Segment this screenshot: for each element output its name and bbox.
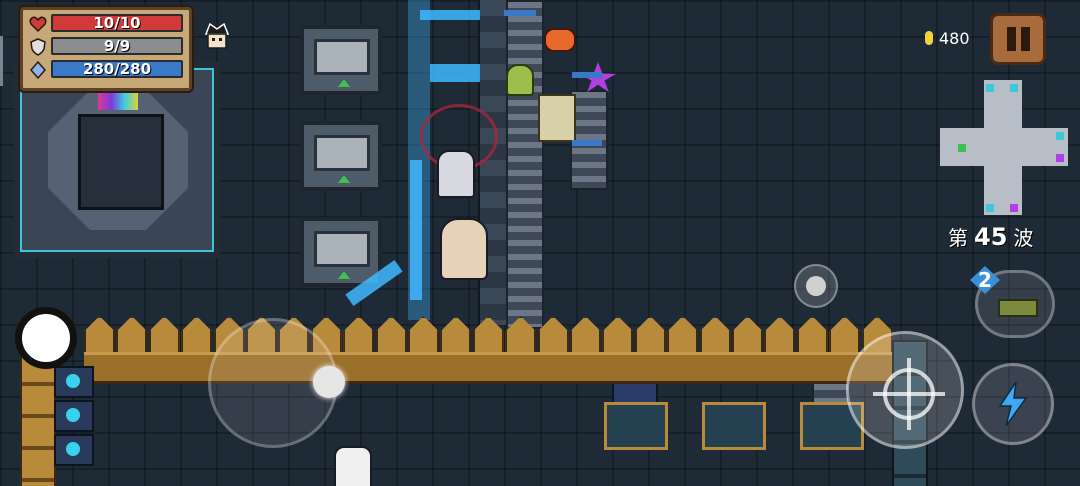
- fence-rail: [84, 352, 892, 384]
- pedestal: [702, 402, 766, 450]
- laser-turret: [54, 434, 94, 466]
- altar-statue[interactable]: [14, 62, 220, 258]
- wave-prefix: 第: [948, 226, 968, 250]
- lightning-bolt: [410, 160, 422, 300]
- door-panel: [314, 231, 370, 267]
- lightning-bolt: [420, 10, 480, 20]
- character-skill-button[interactable]: [15, 307, 77, 369]
- wave-suffix: 波: [1013, 226, 1034, 250]
- wave-number: 45: [974, 223, 1008, 251]
- attack-button[interactable]: [846, 331, 964, 449]
- player-stats-panel: 10/10 9/9 280/280: [20, 7, 192, 91]
- weapon-icon: [998, 299, 1038, 317]
- armor-row: 9/9: [29, 37, 183, 56]
- door-panel: [314, 39, 370, 75]
- gold-amount: 480: [939, 28, 970, 48]
- seed-item[interactable]: [506, 64, 534, 96]
- minimap-marker: [1010, 204, 1018, 212]
- pause-icon: [1007, 27, 1016, 51]
- turret-eye: [66, 442, 80, 456]
- up-arrow-icon: [338, 271, 350, 279]
- vending-door-1[interactable]: [300, 25, 382, 95]
- enemy-shield-bar: [572, 140, 602, 146]
- lightning-icon: [998, 382, 1028, 426]
- altar-core: [78, 114, 164, 210]
- up-arrow-icon: [338, 79, 350, 87]
- crosshair-icon: [873, 358, 945, 430]
- minimap-marker: [1010, 84, 1018, 92]
- turret-eye: [66, 408, 80, 422]
- lightning-bolt: [430, 64, 480, 82]
- emote-button[interactable]: [794, 264, 838, 308]
- turret-eye: [66, 374, 80, 388]
- player-character[interactable]: [440, 218, 488, 280]
- buff-hat-icon[interactable]: [202, 20, 232, 52]
- minimap[interactable]: [940, 80, 1068, 215]
- energy-bar: 280/280: [51, 60, 183, 78]
- minimap-marker: [986, 204, 994, 212]
- pause-button[interactable]: [990, 13, 1046, 65]
- enemy-shield-bar: [504, 10, 536, 16]
- joystick-knob[interactable]: [313, 366, 345, 398]
- heart-icon: [29, 16, 47, 33]
- laser-turret: [54, 400, 94, 432]
- plant-card-item[interactable]: [538, 94, 576, 142]
- hp-bar: 10/10: [51, 14, 183, 32]
- coin-icon: [925, 31, 933, 45]
- skill-button[interactable]: [972, 363, 1054, 445]
- pause-icon-bar: [1021, 27, 1030, 51]
- laser-turret: [54, 366, 94, 398]
- smiley-face-icon: [806, 276, 826, 296]
- minimap-marker: [1056, 154, 1064, 162]
- up-arrow-icon: [338, 175, 350, 183]
- pedestal: [604, 402, 668, 450]
- golden-fence: [84, 316, 893, 386]
- door-panel: [314, 135, 370, 171]
- left-edge-tab: [0, 36, 13, 86]
- hp-row: 10/10: [29, 14, 183, 33]
- armor-bar: 9/9: [51, 37, 183, 55]
- spike-column: [506, 0, 544, 329]
- gold-counter: 480: [925, 26, 970, 50]
- minimap-marker: [986, 84, 994, 92]
- shield-icon: [30, 38, 46, 56]
- vending-door-2[interactable]: [300, 121, 382, 191]
- enemy-knight[interactable]: [437, 150, 475, 198]
- energy-row: 280/280: [29, 60, 183, 79]
- minimap-marker: [1056, 132, 1064, 140]
- enemy-shield-bar: [572, 72, 602, 78]
- wave-counter: 第 45 波: [948, 222, 1033, 251]
- food-item[interactable]: [544, 28, 576, 52]
- energy-gem-icon: [30, 61, 46, 79]
- minimap-player-marker: [958, 144, 966, 152]
- pet-cat[interactable]: [334, 446, 372, 486]
- game-viewport: 10/10 9/9 280/280 480 第 45 波 2: [0, 0, 1080, 486]
